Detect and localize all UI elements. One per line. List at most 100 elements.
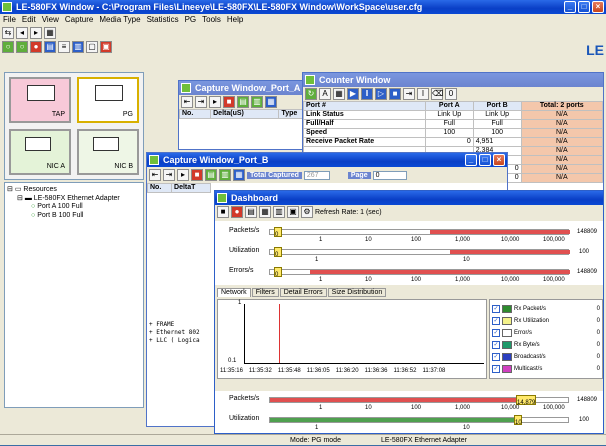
report-icon[interactable]: ▤	[245, 206, 257, 218]
stop-icon[interactable]: ■	[191, 169, 203, 181]
next-icon[interactable]: ⇥	[195, 96, 207, 108]
play-icon[interactable]: ▸	[209, 96, 221, 108]
maximize-button[interactable]: □	[479, 154, 491, 166]
legend-checkbox[interactable]: ✓	[492, 365, 500, 373]
legend-checkbox[interactable]: ✓	[492, 317, 500, 325]
layout2-icon[interactable]: ▥	[273, 206, 285, 218]
clear-icon[interactable]: ⌫	[431, 88, 443, 100]
tick-label: 10,000	[501, 277, 520, 283]
menu-help[interactable]: Help	[227, 14, 243, 26]
filter-icon[interactable]: ▦	[233, 169, 245, 181]
close-button[interactable]: ×	[592, 1, 604, 13]
app-icon	[2, 2, 12, 12]
menu-pg[interactable]: PG	[185, 14, 197, 26]
legend-checkbox[interactable]: ✓	[492, 353, 500, 361]
save-icon[interactable]: ▤	[237, 96, 249, 108]
layout3-icon[interactable]: ▣	[287, 206, 299, 218]
minimize-button[interactable]: _	[564, 1, 576, 13]
tree-llc[interactable]: + LLC ( Logica	[149, 337, 213, 345]
tree-adapter[interactable]: ⊟ ▬ LE-580FX Ethernet Adapter	[17, 194, 120, 202]
gauge-knob[interactable]: 10	[514, 415, 522, 426]
text-icon[interactable]: I	[417, 88, 429, 100]
legend-checkbox[interactable]: ✓	[492, 329, 500, 337]
close-button[interactable]: ×	[493, 154, 505, 166]
start-all-icon[interactable]: ○	[16, 41, 28, 53]
next-icon[interactable]: ⇥	[163, 169, 175, 181]
connect-icon[interactable]: ⇆	[2, 27, 14, 39]
pause-icon[interactable]: ‖	[361, 88, 373, 100]
nav-back-icon[interactable]: ◂	[16, 27, 28, 39]
stop-icon[interactable]: ■	[389, 88, 401, 100]
gauge-max: 148809	[577, 397, 598, 403]
gauge-knob[interactable]: 0	[274, 247, 282, 258]
tree-frame[interactable]: + FRAME	[149, 321, 213, 329]
window-icon[interactable]: ▢	[86, 41, 98, 53]
tab-network[interactable]: Network	[217, 288, 251, 297]
menu-view[interactable]: View	[42, 14, 59, 26]
nic-a-tile[interactable]: NIC A	[9, 129, 71, 175]
menu-capture[interactable]: Capture	[65, 14, 93, 26]
tab-filters[interactable]: Filters	[251, 288, 279, 297]
gauge-knob[interactable]: 14,879	[516, 395, 536, 406]
tree-port-b[interactable]: ○ Port B 100 Full	[31, 212, 84, 219]
legend-checkbox[interactable]: ✓	[492, 341, 500, 349]
pg-tile[interactable]: PG	[77, 77, 139, 123]
layout-icon[interactable]: ▦	[259, 206, 271, 218]
legend-swatch	[502, 341, 512, 349]
menu-edit[interactable]: Edit	[22, 14, 36, 26]
gauge-knob[interactable]: 0	[274, 227, 282, 238]
stop-icon[interactable]: ■	[223, 96, 235, 108]
prev-icon[interactable]: ⇤	[181, 96, 193, 108]
errors-gauge: 0	[269, 267, 570, 278]
report-icon[interactable]: ▣	[100, 41, 112, 53]
stats-icon[interactable]: ▤	[44, 41, 56, 53]
menu-file[interactable]: File	[3, 14, 16, 26]
prev-icon[interactable]: ⇤	[149, 169, 161, 181]
row-label: Speed	[303, 128, 426, 138]
tab-detail-errors[interactable]: Detail Errors	[279, 288, 327, 297]
settings-icon[interactable]: ⚙	[301, 206, 313, 218]
tap-tile[interactable]: TAP	[9, 77, 71, 123]
total-value: N/A	[520, 146, 604, 156]
tree-ethernet[interactable]: + Ethernet 802	[149, 329, 213, 337]
x-tick-label: 11:36:52	[393, 368, 417, 374]
graph-icon[interactable]: ▥	[72, 41, 84, 53]
gauge-max: 100	[579, 417, 590, 423]
open-icon[interactable]: ▥	[251, 96, 263, 108]
export-icon[interactable]: ⇥	[403, 88, 415, 100]
zero-icon[interactable]: 0	[445, 88, 457, 100]
minimize-button[interactable]: _	[465, 154, 477, 166]
menu-tools[interactable]: Tools	[202, 14, 221, 26]
record-icon[interactable]: ●	[231, 206, 243, 218]
save-icon[interactable]: ▤	[205, 169, 217, 181]
counter-icon[interactable]: ≡	[58, 41, 70, 53]
tree-port-a[interactable]: ○ Port A 100 Full	[31, 203, 83, 210]
legend-swatch	[502, 305, 512, 313]
page-field[interactable]: 0	[372, 170, 407, 180]
capture-icon[interactable]: ●	[30, 41, 42, 53]
step-icon[interactable]: ▷	[375, 88, 387, 100]
menu-media-type[interactable]: Media Type	[99, 14, 140, 26]
total-captured-field: 267	[303, 170, 330, 180]
menu-statistics[interactable]: Statistics	[147, 14, 179, 26]
nic-b-tile[interactable]: NIC B	[77, 129, 139, 175]
row-label: Full/Half	[303, 119, 426, 129]
gauge-knob[interactable]: 0	[274, 267, 282, 278]
table-row: Receive Packet Rate 0 4,951 N/A	[303, 137, 604, 147]
legend-checkbox[interactable]: ✓	[492, 305, 500, 313]
grid-icon[interactable]: ▦	[333, 88, 345, 100]
stop-icon[interactable]: ■	[217, 206, 229, 218]
nic-b-device-icon	[93, 137, 119, 151]
font-icon[interactable]: A	[319, 88, 331, 100]
nav-forward-icon[interactable]: ▸	[30, 27, 42, 39]
tab-size-distribution[interactable]: Size Distribution	[327, 288, 387, 297]
start-icon[interactable]: ○	[2, 41, 14, 53]
maximize-button[interactable]: □	[578, 1, 590, 13]
tree-root[interactable]: ⊟ ▭ Resources	[7, 185, 57, 193]
refresh-icon[interactable]: ↻	[305, 88, 317, 100]
grid-icon[interactable]: ▦	[44, 27, 56, 39]
play-icon[interactable]: ▶	[347, 88, 359, 100]
play-icon[interactable]: ▸	[177, 169, 189, 181]
filter-icon[interactable]: ▦	[265, 96, 277, 108]
open-icon[interactable]: ▥	[219, 169, 231, 181]
